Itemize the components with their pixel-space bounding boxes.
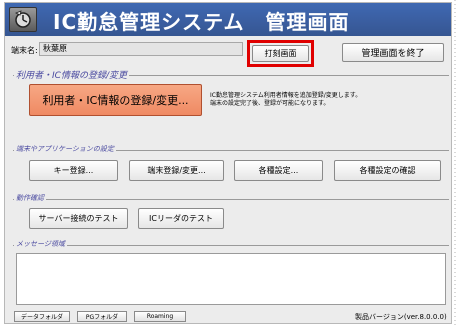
register-description-line2: 端末の設定完了後、登録が可能になります。 (210, 100, 330, 107)
version-label: 製品バージョン(ver.8.0.0.0) (355, 313, 447, 321)
window-title: IC勤怠管理システム 管理画面 (53, 10, 350, 34)
punch-screen-button[interactable]: 打刻画面 (252, 45, 309, 62)
operation-check-group-title: 動作確認 (14, 193, 46, 203)
message-group-title: メッセージ領域 (14, 239, 67, 249)
register-description: IC勤怠管理システム利用者情報を追加登録/変更します。 端末の設定完了後、登録が… (210, 92, 361, 108)
app-window: IC勤怠管理システム 管理画面 端末名: 秋葉原 打刻画面 管理画面を終了 利用… (4, 2, 452, 324)
terminal-name-field: 秋葉原 (39, 42, 243, 56)
settings-button[interactable]: 各種設定... (234, 160, 323, 181)
register-user-button[interactable]: 利用者・IC情報の登録/変更... (29, 84, 202, 116)
title-bar: IC勤怠管理システム 管理画面 (5, 3, 451, 36)
exit-admin-button[interactable]: 管理画面を終了 (342, 43, 444, 62)
data-folder-button[interactable]: データフォルダ (14, 311, 70, 322)
roaming-button[interactable]: Roaming (134, 311, 186, 322)
settings-group-title: 端末やアプリケーションの設定 (14, 144, 116, 154)
window-edge-dots (454, 0, 456, 328)
pg-folder-button[interactable]: PGフォルダ (77, 311, 127, 322)
key-register-button[interactable]: キー登録... (29, 160, 118, 181)
settings-confirm-button[interactable]: 各種設定の確認 (334, 160, 441, 181)
terminal-register-button[interactable]: 端末登録/変更... (129, 160, 224, 181)
ic-reader-test-button[interactable]: ICリーダのテスト (138, 208, 224, 229)
message-area (16, 253, 446, 305)
register-description-line1: IC勤怠管理システム利用者情報を追加登録/変更します。 (210, 92, 362, 99)
server-connection-test-button[interactable]: サーバー接続のテスト (29, 208, 128, 229)
user-registration-group-title: 利用者・IC情報の登録/変更 (14, 68, 129, 81)
app-logo-icon (9, 7, 37, 32)
terminal-label: 端末名: (11, 46, 38, 55)
